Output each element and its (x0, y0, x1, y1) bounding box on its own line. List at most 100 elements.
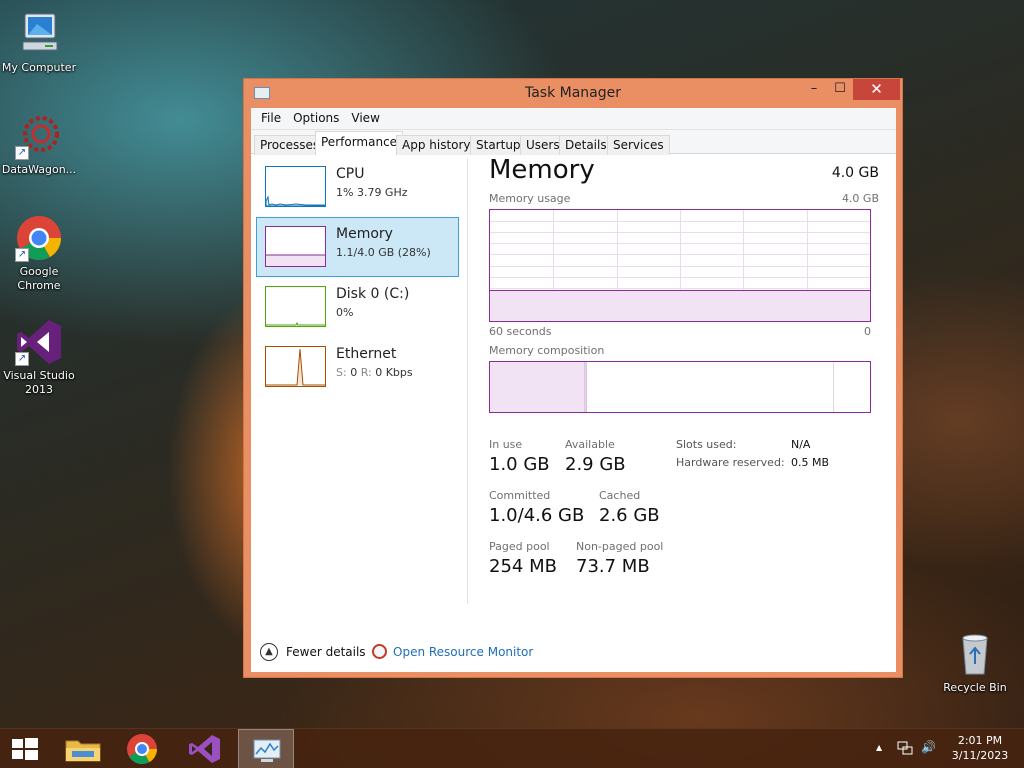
graph-axis-left: 60 seconds (489, 325, 552, 338)
receive-value: 0 Kbps (375, 366, 413, 379)
non-paged-pool-label: Non-paged pool (576, 540, 664, 553)
chevron-up-icon[interactable]: ▲ (260, 643, 278, 661)
computer-icon (15, 10, 63, 58)
visual-studio-icon: ↗ (15, 318, 63, 366)
window-client-area: File Options View Processes Performance … (251, 108, 896, 672)
sidebar-item-cpu[interactable]: CPU 1% 3.79 GHz (256, 157, 459, 217)
taskbar-visual-studio[interactable] (176, 729, 232, 768)
footer-bar: ▲ Fewer details Open Resource Monitor (251, 641, 896, 671)
receive-label: R: (360, 366, 372, 379)
hardware-reserved-label: Hardware reserved: (676, 456, 785, 469)
available-label: Available (565, 438, 615, 451)
sidebar-item-disk[interactable]: Disk 0 (C:) 0% (256, 277, 459, 337)
tab-details[interactable]: Details (559, 135, 613, 155)
sidebar-item-detail: 1.1/4.0 GB (28%) (336, 246, 431, 259)
windows-logo-icon (12, 738, 38, 760)
tab-startup[interactable]: Startup (470, 135, 527, 155)
sidebar-item-detail: S: 0 R: 0 Kbps (336, 366, 413, 379)
folder-icon (65, 740, 101, 762)
tab-performance[interactable]: Performance (315, 131, 404, 155)
volume-icon[interactable]: 🔊 (921, 740, 936, 754)
desktop-icon-datawagon[interactable]: ↗ DataWagon... (0, 112, 78, 177)
resource-monitor-icon (372, 644, 387, 659)
chrome-icon: ↗ (15, 214, 63, 262)
maximize-button[interactable]: ☐ (827, 79, 853, 100)
desktop-icon-recycle-bin[interactable]: Recycle Bin (936, 630, 1014, 695)
chrome-icon (127, 734, 157, 765)
desktop-icon-visual-studio[interactable]: ↗ Visual Studio 2013 (0, 318, 78, 397)
slots-used-label: Slots used: (676, 438, 737, 451)
composition-in-use (490, 362, 585, 412)
sidebar-item-name: Ethernet (336, 346, 397, 362)
network-icon[interactable] (897, 740, 913, 759)
composition-free (833, 362, 870, 412)
slots-used-value: N/A (791, 438, 811, 451)
send-label: S: (336, 366, 347, 379)
menu-bar: File Options View (251, 108, 896, 130)
sidebar-item-detail: 0% (336, 306, 354, 319)
memory-composition-bar (489, 361, 871, 413)
memory-usage-max: 4.0 GB (841, 192, 879, 205)
taskbar-task-manager[interactable] (238, 729, 294, 768)
in-use-label: In use (489, 438, 523, 451)
non-paged-pool-value: 73.7 MB (576, 556, 650, 577)
close-button[interactable]: ✕ (853, 79, 900, 100)
recycle-bin-icon (951, 630, 999, 678)
taskbar-chrome[interactable] (114, 729, 170, 768)
graph-axis-right: 0 (864, 325, 871, 338)
taskbar-file-explorer[interactable] (56, 729, 112, 768)
taskbar: ▲ 🔊 2:01 PM 3/11/2023 (0, 728, 1024, 768)
paged-pool-value: 254 MB (489, 556, 557, 577)
clock[interactable]: 2:01 PM 3/11/2023 (940, 733, 1020, 763)
tab-app-history[interactable]: App history (396, 135, 477, 155)
memory-usage-area (490, 290, 870, 321)
start-button[interactable] (0, 729, 56, 768)
menu-view[interactable]: View (345, 108, 385, 129)
desktop-icon-chrome[interactable]: ↗ Google Chrome (0, 214, 78, 293)
committed-label: Committed (489, 489, 551, 502)
performance-content: CPU 1% 3.79 GHz Memory 1.1/4.0 GB (28%) (251, 155, 896, 672)
desktop-icon-label: Recycle Bin (943, 681, 1007, 694)
composition-standby (586, 362, 834, 412)
datawagon-icon: ↗ (15, 112, 63, 160)
memory-total: 4.0 GB (831, 165, 879, 181)
cpu-thumbnail (265, 166, 326, 207)
task-manager-window: Task Manager – ☐ ✕ File Options View Pro… (243, 78, 903, 678)
title-bar[interactable]: Task Manager – ☐ ✕ (244, 79, 902, 108)
sidebar-item-memory[interactable]: Memory 1.1/4.0 GB (28%) (256, 217, 459, 277)
visual-studio-icon (189, 735, 220, 763)
paged-pool-label: Paged pool (489, 540, 550, 553)
shortcut-arrow-icon: ↗ (15, 248, 29, 262)
tab-services[interactable]: Services (607, 135, 670, 155)
memory-usage-label: Memory usage (489, 192, 571, 205)
available-value: 2.9 GB (565, 454, 626, 475)
ethernet-thumbnail (265, 346, 326, 387)
sidebar-item-name: Memory (336, 226, 393, 242)
cached-label: Cached (599, 489, 641, 502)
memory-usage-graph (489, 209, 871, 322)
menu-file[interactable]: File (255, 108, 287, 129)
panel-title: Memory (489, 155, 595, 185)
open-resource-monitor-link[interactable]: Open Resource Monitor (393, 645, 533, 659)
disk-thumbnail (265, 286, 326, 327)
panel-divider (467, 159, 468, 604)
memory-composition-label: Memory composition (489, 344, 605, 357)
show-hidden-icons-button[interactable]: ▲ (876, 743, 882, 752)
sidebar-item-detail: 1% 3.79 GHz (336, 186, 408, 199)
minimize-button[interactable]: – (801, 79, 827, 100)
sidebar-item-name: Disk 0 (C:) (336, 286, 410, 302)
tab-strip: Processes Performance App history Startu… (251, 130, 896, 155)
memory-thumbnail (265, 226, 326, 267)
sidebar-item-ethernet[interactable]: Ethernet S: 0 R: 0 Kbps (256, 337, 459, 397)
desktop-icon-my-computer[interactable]: My Computer (0, 10, 78, 75)
fewer-details-button[interactable]: Fewer details (286, 645, 366, 659)
menu-options[interactable]: Options (287, 108, 345, 129)
shortcut-arrow-icon: ↗ (15, 146, 29, 160)
committed-value: 1.0/4.6 GB (489, 505, 585, 526)
send-value: 0 (350, 366, 358, 379)
clock-date: 3/11/2023 (951, 749, 1009, 762)
sidebar-item-name: CPU (336, 166, 365, 182)
desktop-icon-label: My Computer (1, 61, 77, 74)
shortcut-arrow-icon: ↗ (15, 352, 29, 366)
desktop-icon-label: Visual Studio 2013 (3, 369, 75, 396)
